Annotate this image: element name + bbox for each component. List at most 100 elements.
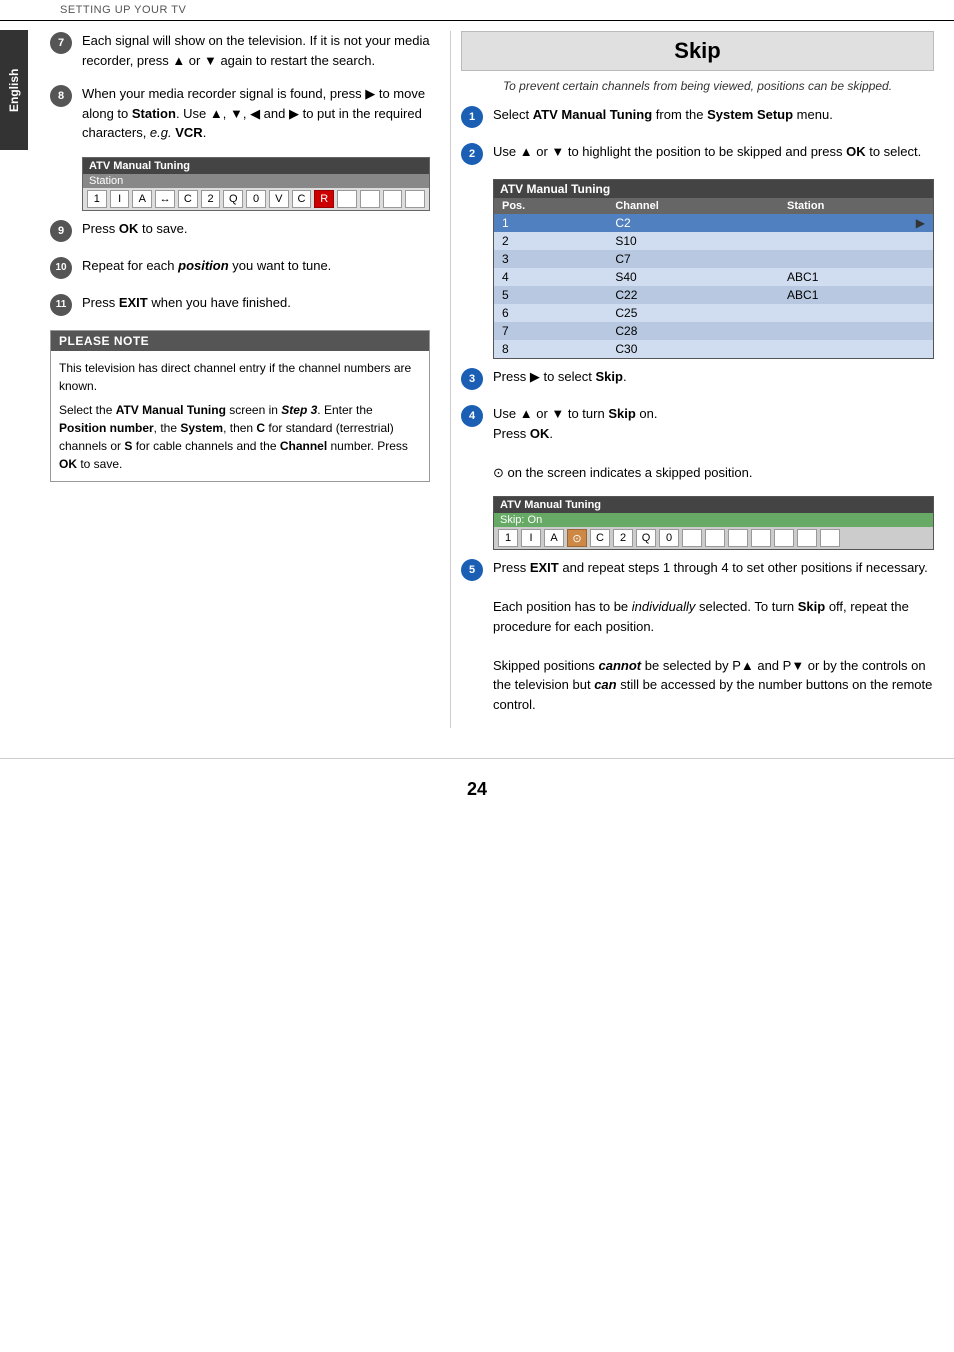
- skip-atv-row: 1 I A ⊙ C 2 Q 0: [494, 527, 933, 549]
- skip-cell-5: C: [590, 529, 610, 547]
- atv-manual-tuning-box: ATV Manual Tuning Station 1 I A ↔ C 2 Q …: [82, 157, 430, 211]
- content-area: 7 Each signal will show on the televisio…: [0, 21, 954, 728]
- cell-channel: C28: [607, 322, 779, 340]
- skip-cell-13: [774, 529, 794, 547]
- step-8: 8 When your media recorder signal is fou…: [50, 84, 430, 143]
- atv-cell-4: ↔: [155, 190, 175, 208]
- right-step-5: 5 Press EXIT and repeat steps 1 through …: [461, 558, 934, 714]
- cell-channel: C2: [607, 214, 779, 232]
- skip-note: ⊙ on the screen indicates a skipped posi…: [493, 465, 753, 480]
- right-step-5-circle: 5: [461, 559, 483, 581]
- language-label: English: [7, 68, 21, 111]
- skip-atv-header: ATV Manual Tuning: [494, 497, 933, 513]
- table-row: 6 C25: [494, 304, 933, 322]
- skip-cell-6: 2: [613, 529, 633, 547]
- cell-channel: C30: [607, 340, 779, 358]
- atv-cell-3: A: [132, 190, 152, 208]
- atv-cell-6: 2: [201, 190, 221, 208]
- atv-cell-13: [360, 190, 380, 208]
- cell-channel: C25: [607, 304, 779, 322]
- page-header: SETTING UP YOUR TV: [0, 0, 954, 21]
- atv-table: Pos. Channel Station 1 C2 ▶ 2: [494, 198, 933, 358]
- skip-cell-7: Q: [636, 529, 656, 547]
- note-line-1: This television has direct channel entry…: [59, 359, 421, 395]
- cell-station: ABC1: [779, 286, 933, 304]
- cell-station: [779, 322, 933, 340]
- step-8-text: When your media recorder signal is found…: [82, 84, 430, 143]
- step-7-text: Each signal will show on the television.…: [82, 31, 430, 70]
- cell-station: [779, 304, 933, 322]
- skip-cell-4: ⊙: [567, 529, 587, 547]
- page-number: 24: [0, 758, 954, 810]
- step-9: 9 Press OK to save.: [50, 219, 430, 242]
- page-container: SETTING UP YOUR TV English 7 Each signal…: [0, 0, 954, 1352]
- cell-pos: 8: [494, 340, 607, 358]
- right-step-3-circle: 3: [461, 368, 483, 390]
- cell-pos: 2: [494, 232, 607, 250]
- table-row: 8 C30: [494, 340, 933, 358]
- atv-cell-5: C: [178, 190, 198, 208]
- atv-cell-9: V: [269, 190, 289, 208]
- skip-cell-14: [797, 529, 817, 547]
- cell-channel: S40: [607, 268, 779, 286]
- cell-station: [779, 340, 933, 358]
- table-row: 2 S10: [494, 232, 933, 250]
- right-step-1-circle: 1: [461, 106, 483, 128]
- step-10: 10 Repeat for each position you want to …: [50, 256, 430, 279]
- skip-cell-15: [820, 529, 840, 547]
- left-column: 7 Each signal will show on the televisio…: [0, 31, 450, 728]
- cell-channel: C7: [607, 250, 779, 268]
- skip-cell-1: 1: [498, 529, 518, 547]
- right-step-3: 3 Press ▶ to select Skip.: [461, 367, 934, 390]
- right-step-1: 1 Select ATV Manual Tuning from the Syst…: [461, 105, 934, 128]
- cell-station: ABC1: [779, 268, 933, 286]
- atv-cell-2: I: [110, 190, 130, 208]
- right-step-2-circle: 2: [461, 143, 483, 165]
- atv-cell-10: C: [292, 190, 312, 208]
- skip-cell-12: [751, 529, 771, 547]
- atv-table-header-row: Pos. Channel Station: [494, 198, 933, 214]
- atv-table-head: Pos. Channel Station: [494, 198, 933, 214]
- right-step-1-text: Select ATV Manual Tuning from the System…: [493, 105, 934, 125]
- skip-cell-2: I: [521, 529, 541, 547]
- col-channel: Channel: [607, 198, 779, 214]
- table-row: 4 S40 ABC1: [494, 268, 933, 286]
- skip-atv-box: ATV Manual Tuning Skip: On 1 I A ⊙ C 2 Q…: [493, 496, 934, 550]
- atv-cell-8: 0: [246, 190, 266, 208]
- right-column: Skip To prevent certain channels from be…: [450, 31, 954, 728]
- step-7-circle: 7: [50, 32, 72, 54]
- step-10-circle: 10: [50, 257, 72, 279]
- atv-cell-1: 1: [87, 190, 107, 208]
- step-7: 7 Each signal will show on the televisio…: [50, 31, 430, 70]
- table-row: 3 C7: [494, 250, 933, 268]
- skip-title: Skip: [461, 31, 934, 71]
- right-step-2-text: Use ▲ or ▼ to highlight the position to …: [493, 142, 934, 162]
- please-note-box: PLEASE NOTE This television has direct c…: [50, 330, 430, 482]
- step-10-text: Repeat for each position you want to tun…: [82, 256, 430, 276]
- cell-pos: 6: [494, 304, 607, 322]
- cell-pos: 5: [494, 286, 607, 304]
- atv-cell-7: Q: [223, 190, 243, 208]
- cell-station: [779, 232, 933, 250]
- right-step-4-circle: 4: [461, 405, 483, 427]
- atv-cell-12: [337, 190, 357, 208]
- skip-subtitle: To prevent certain channels from being v…: [461, 79, 934, 93]
- atv-box-subheader: Station: [83, 174, 429, 188]
- skip-cell-3: A: [544, 529, 564, 547]
- cell-channel: C22: [607, 286, 779, 304]
- cell-pos: 3: [494, 250, 607, 268]
- step-9-circle: 9: [50, 220, 72, 242]
- row-arrow-icon: ▶: [916, 216, 925, 230]
- table-row: 5 C22 ABC1: [494, 286, 933, 304]
- atv-box-row: 1 I A ↔ C 2 Q 0 V C R: [83, 188, 429, 210]
- right-step-2: 2 Use ▲ or ▼ to highlight the position t…: [461, 142, 934, 165]
- cell-pos: 7: [494, 322, 607, 340]
- atv-table-header: ATV Manual Tuning: [494, 180, 933, 198]
- table-row: 1 C2 ▶: [494, 214, 933, 232]
- cell-station: ▶: [779, 214, 933, 232]
- col-pos: Pos.: [494, 198, 607, 214]
- step-9-text: Press OK to save.: [82, 219, 430, 239]
- note-line-2: Select the ATV Manual Tuning screen in S…: [59, 401, 421, 473]
- right-step-4-text: Use ▲ or ▼ to turn Skip on. Press OK. ⊙ …: [493, 404, 934, 482]
- cell-channel: S10: [607, 232, 779, 250]
